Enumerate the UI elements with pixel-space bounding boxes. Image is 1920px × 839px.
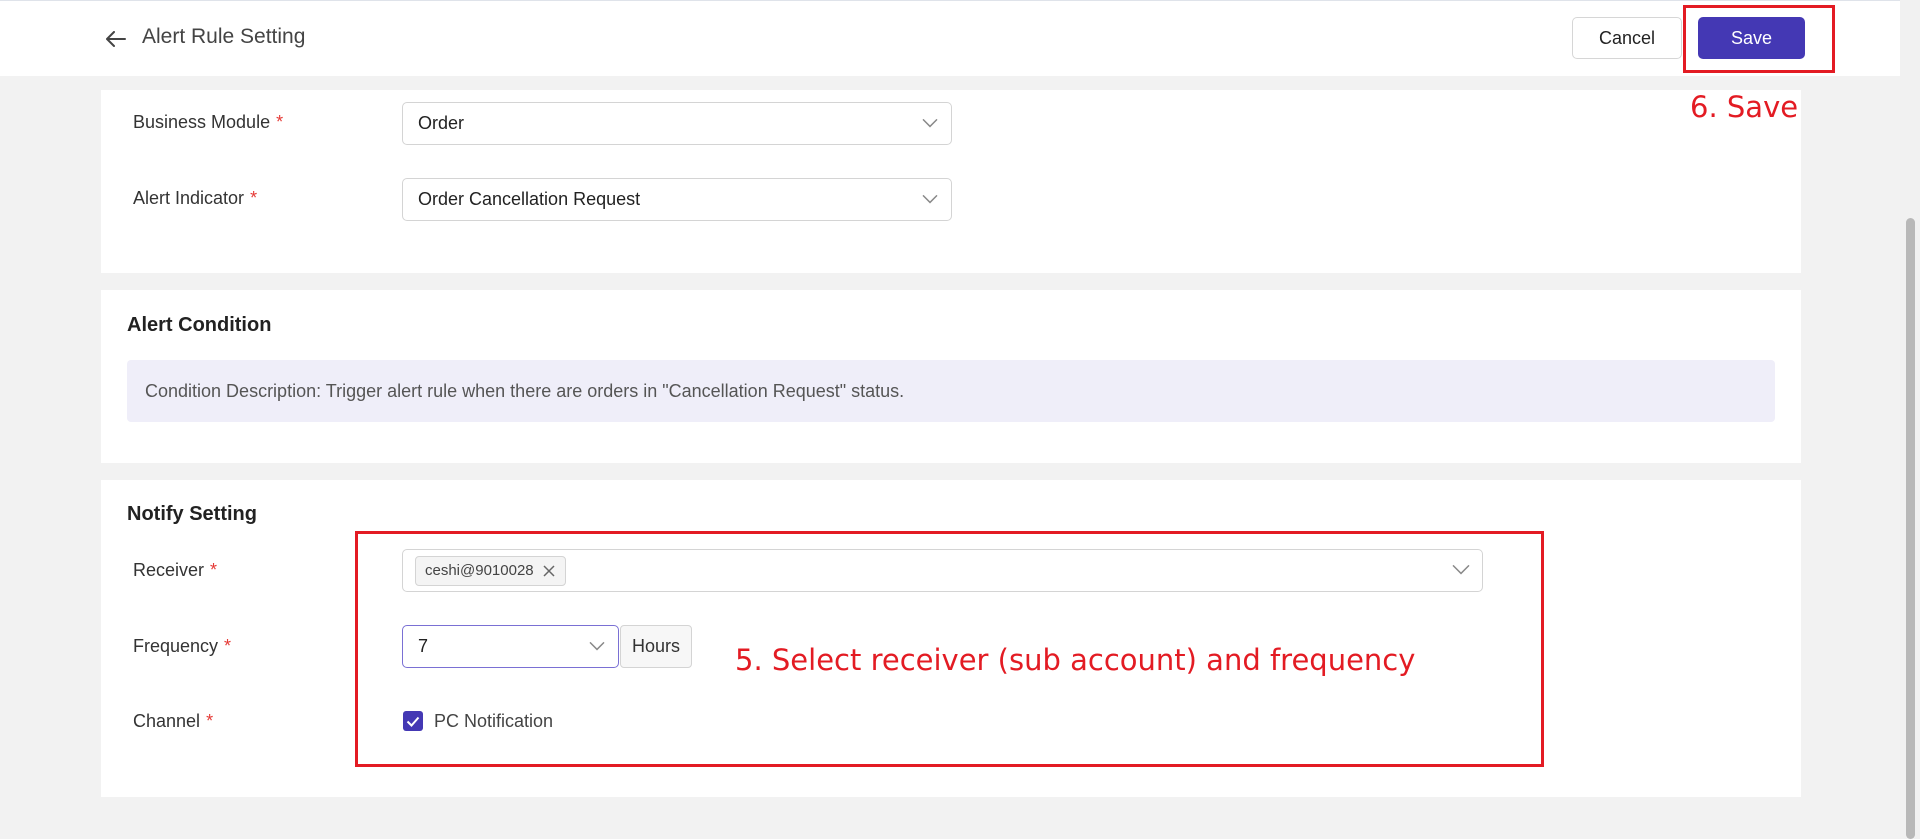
cancel-button[interactable]: Cancel	[1572, 17, 1682, 59]
scrollbar-thumb[interactable]	[1906, 218, 1915, 839]
channel-label: Channel *	[133, 711, 214, 731]
business-module-select[interactable]: Order	[402, 102, 952, 145]
business-module-label: Business Module *	[133, 112, 284, 132]
business-module-value: Order	[418, 113, 465, 133]
page-header: Alert Rule Setting Cancel Save	[0, 0, 1900, 76]
page-title: Alert Rule Setting	[142, 25, 306, 48]
alert-indicator-value: Order Cancellation Request	[418, 189, 641, 209]
notify-setting-title: Notify Setting	[127, 503, 257, 525]
annotation-save-box	[1683, 5, 1835, 73]
condition-description: Condition Description: Trigger alert rul…	[127, 360, 1775, 422]
basic-info-section: Business Module * Order Alert Indicator * …	[101, 90, 1801, 273]
receiver-label: Receiver *	[133, 560, 218, 580]
annotation-step5: 5. Select receiver (sub account) and fre…	[735, 643, 1416, 677]
arrow-left-icon[interactable]	[104, 27, 128, 51]
annotation-step6: 6. Save	[1690, 90, 1799, 124]
alert-condition-section: Alert Condition Condition Description: T…	[101, 290, 1801, 463]
alert-condition-title: Alert Condition	[127, 314, 272, 336]
alert-indicator-label: Alert Indicator *	[133, 188, 258, 208]
chevron-down-icon	[921, 117, 939, 129]
chevron-down-icon	[921, 193, 939, 205]
alert-indicator-select[interactable]: Order Cancellation Request	[402, 178, 952, 221]
frequency-label: Frequency *	[133, 636, 232, 656]
